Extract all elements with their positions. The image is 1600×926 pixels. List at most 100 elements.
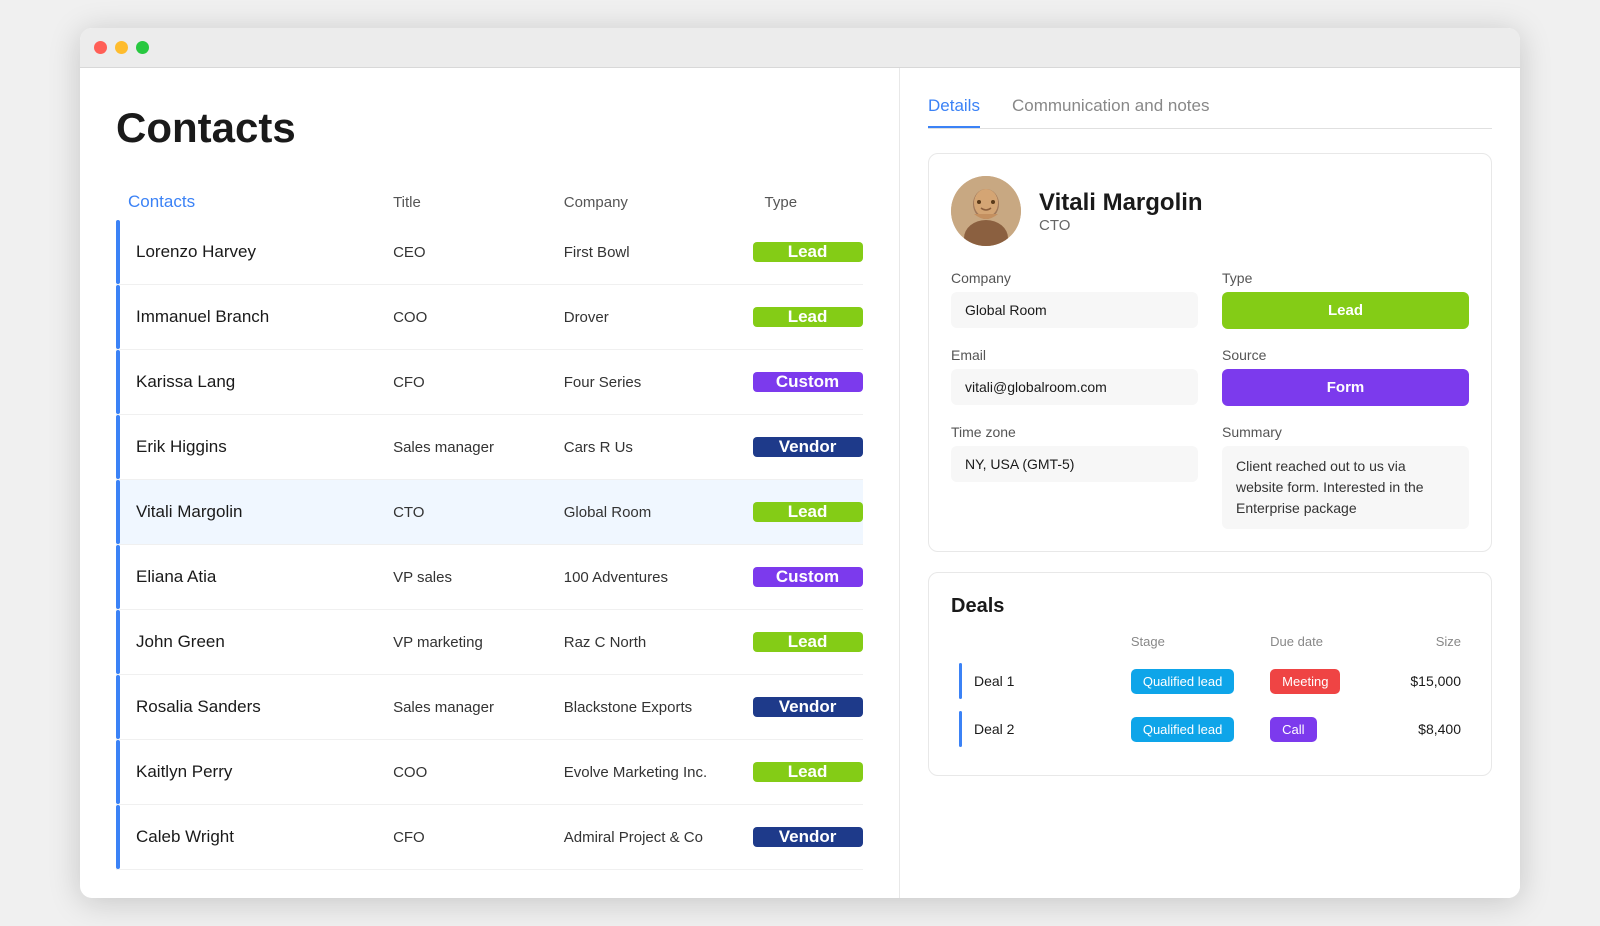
contact-name-cell: Immanuel Branch — [120, 285, 381, 349]
deal-border-indicator — [959, 711, 962, 747]
contact-name-cell: Karissa Lang — [120, 350, 381, 414]
contact-detail-card: Vitali Margolin CTO Company Global Room … — [928, 153, 1492, 552]
avatar — [951, 176, 1021, 246]
content-area: Contacts Contacts Title Company Type Lor… — [80, 68, 1520, 898]
deal-row: Deal 1 Qualified lead Meeting $15,000 — [951, 657, 1469, 705]
page-title: Contacts — [116, 104, 863, 152]
contact-title-cell: CTO — [381, 504, 551, 521]
tab-communication[interactable]: Communication and notes — [1012, 96, 1210, 128]
contact-type-badge: Lead — [753, 242, 863, 262]
contact-header: Vitali Margolin CTO — [951, 176, 1469, 246]
source-label: Source — [1222, 347, 1469, 363]
table-row[interactable]: Vitali Margolin CTO Global Room Lead — [116, 480, 863, 545]
contact-name-cell: John Green — [120, 610, 381, 674]
deal-duedate-col: Due date — [1262, 634, 1379, 657]
type-field: Type Lead — [1222, 270, 1469, 329]
contact-type-badge: Vendor — [753, 697, 863, 717]
contact-name-cell: Caleb Wright — [120, 805, 381, 869]
table-row[interactable]: Lorenzo Harvey CEO First Bowl Lead — [116, 220, 863, 285]
maximize-button[interactable] — [136, 41, 149, 54]
deal-size-col: Size — [1379, 634, 1469, 657]
timezone-label: Time zone — [951, 424, 1198, 440]
table-row[interactable]: Erik Higgins Sales manager Cars R Us Ven… — [116, 415, 863, 480]
company-field: Company Global Room — [951, 270, 1198, 329]
deal-name: Deal 1 — [974, 673, 1014, 689]
contact-type-badge: Lead — [753, 502, 863, 522]
contact-company-cell: Evolve Marketing Inc. — [552, 764, 752, 781]
contact-company-cell: Cars R Us — [552, 439, 752, 456]
source-badge: Form — [1222, 369, 1469, 406]
contact-title-cell: COO — [381, 764, 551, 781]
company-value: Global Room — [951, 292, 1198, 328]
contact-type-badge: Custom — [753, 372, 863, 392]
contact-company-cell: Raz C North — [552, 634, 752, 651]
deal-stage-badge: Qualified lead — [1131, 669, 1235, 694]
table-row[interactable]: Caleb Wright CFO Admiral Project & Co Ve… — [116, 805, 863, 870]
contact-type-badge: Custom — [753, 567, 863, 587]
col-title: Title — [381, 184, 552, 220]
table-row[interactable]: Rosalia Sanders Sales manager Blackstone… — [116, 675, 863, 740]
contact-name-cell: Kaitlyn Perry — [120, 740, 381, 804]
contact-role: CTO — [1039, 217, 1203, 234]
table-row[interactable]: Kaitlyn Perry COO Evolve Marketing Inc. … — [116, 740, 863, 805]
left-panel: Contacts Contacts Title Company Type Lor… — [80, 68, 900, 898]
table-row[interactable]: Immanuel Branch COO Drover Lead — [116, 285, 863, 350]
deals-title: Deals — [951, 595, 1469, 618]
contact-name-cell: Vitali Margolin — [120, 480, 381, 544]
contact-name: Vitali Margolin — [1039, 189, 1203, 217]
contact-type-badge: Lead — [753, 762, 863, 782]
deals-card: Deals Stage Due date Size D — [928, 572, 1492, 776]
table-row[interactable]: Karissa Lang CFO Four Series Custom — [116, 350, 863, 415]
close-button[interactable] — [94, 41, 107, 54]
contact-company-cell: Four Series — [552, 374, 752, 391]
summary-label: Summary — [1222, 424, 1469, 440]
contact-type-badge: Vendor — [753, 437, 863, 457]
deal-row: Deal 2 Qualified lead Call $8,400 — [951, 705, 1469, 753]
contact-title-cell: VP sales — [381, 569, 551, 586]
email-label: Email — [951, 347, 1198, 363]
contact-title-cell: COO — [381, 309, 551, 326]
deal-name-col — [951, 634, 1123, 657]
deal-duedate-badge: Meeting — [1270, 669, 1340, 694]
summary-field: Summary Client reached out to us via web… — [1222, 424, 1469, 529]
source-field: Source Form — [1222, 347, 1469, 406]
detail-grid: Company Global Room Type Lead Email vita… — [951, 270, 1469, 529]
contact-company-cell: Admiral Project & Co — [552, 829, 752, 846]
minimize-button[interactable] — [115, 41, 128, 54]
timezone-field: Time zone NY, USA (GMT-5) — [951, 424, 1198, 529]
contact-company-cell: First Bowl — [552, 244, 752, 261]
deal-duedate-badge: Call — [1270, 717, 1316, 742]
detail-tabs: Details Communication and notes — [928, 96, 1492, 129]
tab-details[interactable]: Details — [928, 96, 980, 128]
email-value: vitali@globalroom.com — [951, 369, 1198, 405]
deal-size-value: $8,400 — [1418, 721, 1461, 737]
app-window: Contacts Contacts Title Company Type Lor… — [80, 28, 1520, 898]
contact-title-cell: CEO — [381, 244, 551, 261]
company-label: Company — [951, 270, 1198, 286]
contact-title-cell: Sales manager — [381, 699, 551, 716]
contact-title-cell: CFO — [381, 374, 551, 391]
contact-name-cell: Eliana Atia — [120, 545, 381, 609]
contact-type-badge: Vendor — [753, 827, 863, 847]
type-badge: Lead — [1222, 292, 1469, 329]
contact-company-cell: Global Room — [552, 504, 752, 521]
title-bar — [80, 28, 1520, 68]
summary-value: Client reached out to us via website for… — [1222, 446, 1469, 529]
deal-stage-badge: Qualified lead — [1131, 717, 1235, 742]
deal-border-indicator — [959, 663, 962, 699]
col-type: Type — [753, 184, 863, 220]
deals-table: Stage Due date Size Deal 1 Qualified lea… — [951, 634, 1469, 753]
type-label: Type — [1222, 270, 1469, 286]
email-field: Email vitali@globalroom.com — [951, 347, 1198, 406]
deal-stage-col: Stage — [1123, 634, 1262, 657]
contact-name-cell: Lorenzo Harvey — [120, 220, 381, 284]
contact-title-cell: Sales manager — [381, 439, 551, 456]
deal-name: Deal 2 — [974, 721, 1014, 737]
table-row[interactable]: Eliana Atia VP sales 100 Adventures Cust… — [116, 545, 863, 610]
table-row[interactable]: John Green VP marketing Raz C North Lead — [116, 610, 863, 675]
deal-size-value: $15,000 — [1410, 673, 1461, 689]
col-contacts: Contacts — [116, 184, 381, 220]
contact-type-badge: Lead — [753, 307, 863, 327]
right-panel: Details Communication and notes — [900, 68, 1520, 898]
contact-company-cell: Blackstone Exports — [552, 699, 752, 716]
